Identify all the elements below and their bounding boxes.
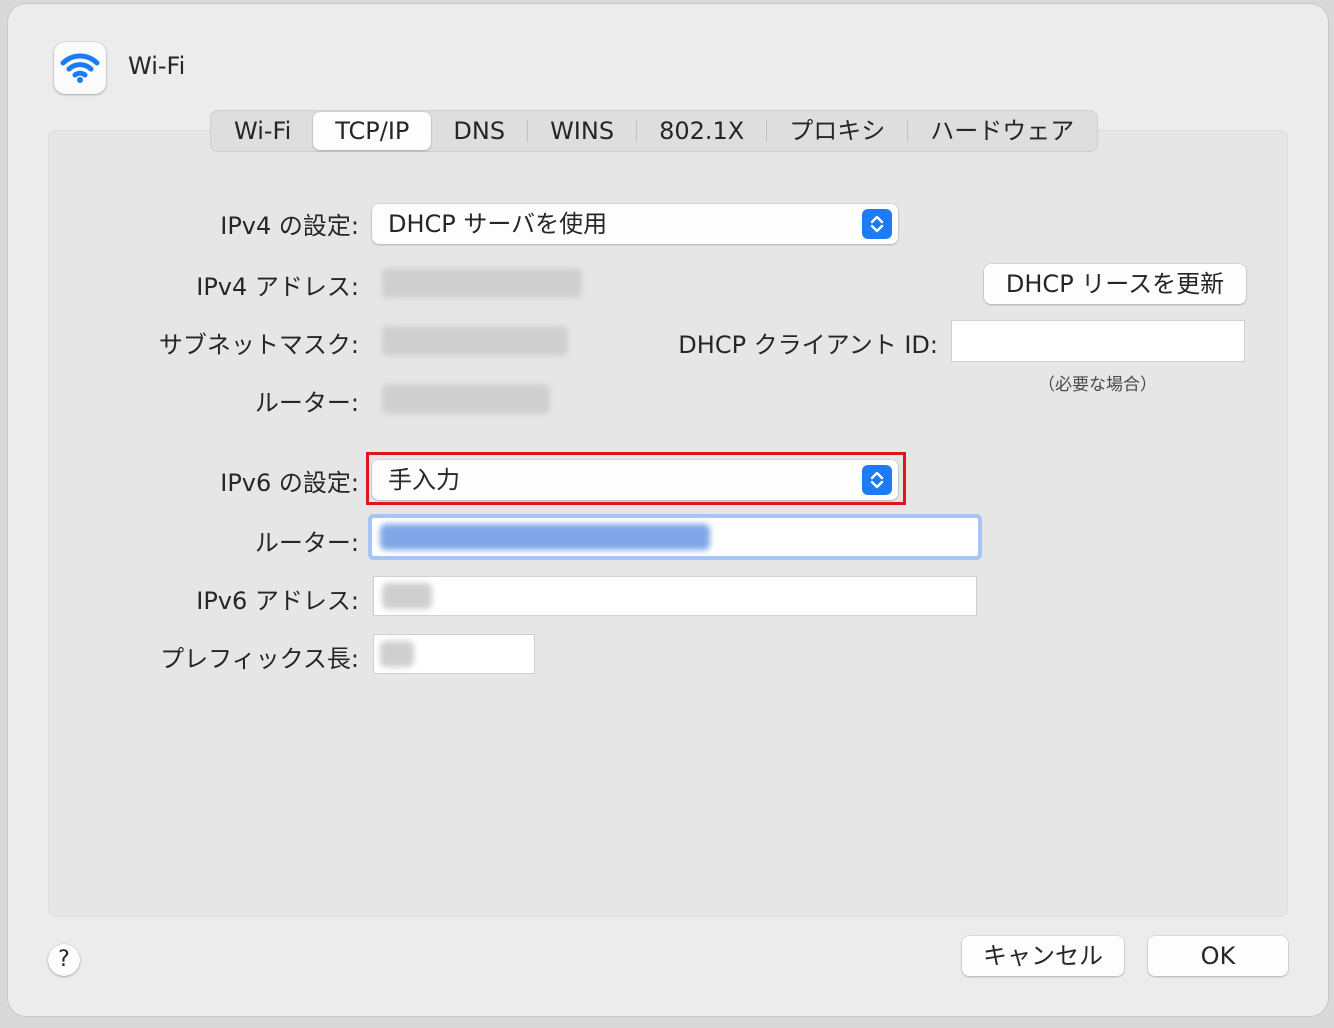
ok-button[interactable]: OK	[1148, 936, 1288, 976]
dhcp-client-id-field[interactable]	[952, 321, 1244, 361]
window-title: Wi-Fi	[128, 52, 186, 80]
ipv4-router-value-redacted	[382, 384, 550, 414]
tab-tcpip[interactable]: TCP/IP	[313, 112, 432, 150]
ipv4-config-label: IPv4 の設定:	[220, 212, 359, 240]
ipv6-config-label: IPv6 の設定:	[220, 469, 359, 497]
ipv6-address-field[interactable]	[374, 577, 976, 615]
wifi-icon	[54, 42, 106, 94]
ipv4-address-label: IPv4 アドレス:	[196, 273, 359, 301]
dhcp-client-id-label: DHCP クライアント ID:	[678, 331, 938, 359]
tab-wins[interactable]: WINS	[528, 112, 636, 150]
ipv4-config-value: DHCP サーバを使用	[388, 210, 608, 238]
dhcp-client-id-hint: （必要な場合）	[1038, 375, 1157, 395]
ipv4-address-value-redacted	[382, 268, 582, 298]
tab-wifi[interactable]: Wi-Fi	[212, 112, 313, 150]
subnet-mask-value-redacted	[382, 326, 568, 356]
renew-dhcp-lease-button[interactable]: DHCP リースを更新	[984, 264, 1246, 304]
ipv6-address-value-redacted	[382, 583, 432, 609]
ipv6-router-field[interactable]	[372, 518, 978, 556]
tab-hardware[interactable]: ハードウェア	[908, 112, 1096, 150]
ipv6-router-label: ルーター:	[254, 529, 359, 557]
tab-8021x[interactable]: 802.1X	[637, 112, 766, 150]
ipv6-router-value-redacted	[380, 524, 710, 550]
prefix-length-field[interactable]	[374, 635, 534, 673]
help-button[interactable]: ?	[48, 944, 80, 976]
highlight-annotation	[366, 452, 906, 505]
cancel-button[interactable]: キャンセル	[962, 936, 1124, 976]
ipv6-address-label: IPv6 アドレス:	[196, 587, 359, 615]
subnet-mask-label: サブネットマスク:	[158, 331, 359, 359]
ipv4-config-popup[interactable]: DHCP サーバを使用	[372, 204, 898, 244]
tab-proxy[interactable]: プロキシ	[767, 112, 907, 150]
prefix-length-value-redacted	[380, 641, 414, 667]
tab-bar: Wi-Fi TCP/IP DNS WINS 802.1X プロキシ ハードウェア	[210, 110, 1099, 152]
prefix-length-label: プレフィックス長:	[160, 645, 359, 673]
tab-dns[interactable]: DNS	[431, 112, 527, 150]
chevron-updown-icon	[862, 209, 892, 239]
ipv4-router-label: ルーター:	[254, 389, 359, 417]
